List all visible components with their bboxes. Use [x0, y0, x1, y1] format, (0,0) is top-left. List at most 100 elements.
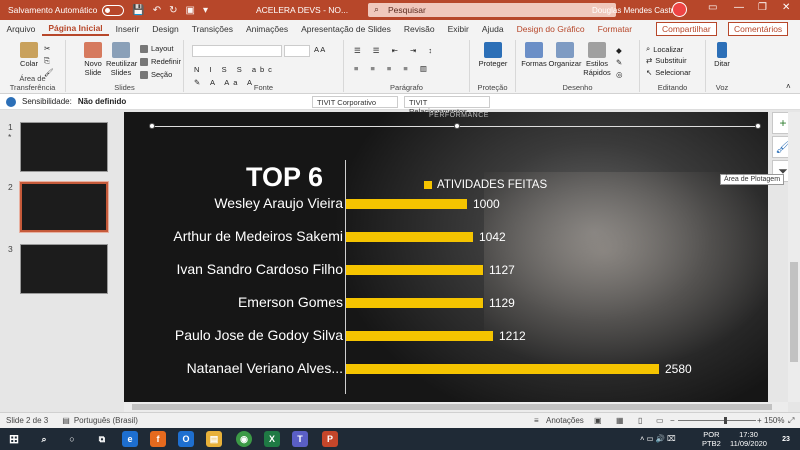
present-icon[interactable]: ▣ [186, 5, 195, 16]
clock[interactable]: 17:30 11/09/2020 [730, 430, 767, 448]
fit-slide-icon[interactable]: ⤢ [788, 416, 794, 426]
slide-thumbnail-2[interactable] [19, 181, 109, 233]
cut-icon[interactable]: ✂ [44, 44, 50, 53]
minimize-icon[interactable]: — [734, 2, 744, 13]
horizontal-scrollbar[interactable] [124, 402, 788, 412]
redo-icon[interactable]: ↻ [169, 5, 177, 16]
edge-icon[interactable]: e [122, 431, 138, 447]
sensitivity-tag-relacionamentos[interactable]: TIVIT Relacionamentos [404, 96, 490, 116]
zoom-level[interactable]: 150% [764, 416, 784, 425]
avatar[interactable] [672, 2, 687, 17]
tab-inserir[interactable]: Inserir [109, 24, 146, 34]
user-name[interactable]: Douglas Mendes Castro [592, 6, 678, 15]
tab-animacoes[interactable]: Animações [240, 24, 295, 34]
powerpoint-icon[interactable]: P [322, 431, 338, 447]
chart-bar[interactable] [346, 265, 483, 275]
sensitivity-tag-corporativo[interactable]: TIVIT Corporativo [312, 96, 398, 108]
resize-handle-left[interactable] [149, 123, 155, 129]
chart-bar[interactable] [346, 331, 493, 341]
tab-design[interactable]: Design [146, 24, 185, 34]
grow-font-icon[interactable]: A A [314, 45, 325, 54]
tab-arquivo[interactable]: Arquivo [0, 24, 42, 34]
arrange-button[interactable]: Organizar [548, 42, 582, 68]
restore-icon[interactable]: ❐ [758, 2, 767, 13]
select-button[interactable]: ↖ Selecionar [646, 68, 691, 77]
outline-icon[interactable]: ✎ [616, 58, 622, 67]
protect-button[interactable]: Proteger [476, 42, 510, 68]
sensitivity-value[interactable]: Não definido [78, 97, 126, 106]
vertical-scroll-thumb[interactable] [790, 262, 798, 362]
layout-button[interactable]: Layout [140, 44, 174, 53]
tab-revisao[interactable]: Revisão [397, 24, 441, 34]
zoom-in-icon[interactable]: + [757, 416, 762, 425]
chrome-icon[interactable]: ◉ [236, 431, 252, 447]
reuse-slides-button[interactable]: Reutilizar Slides [106, 42, 137, 77]
system-tray-icons[interactable]: ˄ ▭ 🔊 ⌧ [640, 434, 676, 443]
firefox-icon[interactable]: f [150, 431, 166, 447]
windows-start-icon[interactable]: ⊞ [6, 431, 22, 447]
search-taskbar-icon[interactable]: ⌕ [36, 431, 52, 447]
copy-icon[interactable]: ⎘ [44, 56, 50, 66]
find-button[interactable]: ⌕ Localizar [646, 44, 683, 54]
section-button[interactable]: Seção [140, 70, 172, 79]
search-box[interactable]: ⌕ Pesquisar [368, 3, 616, 17]
resize-handle-center[interactable] [454, 123, 460, 129]
tab-pagina-inicial[interactable]: Página Inicial [41, 23, 110, 36]
input-language[interactable]: POR PTB2 [702, 430, 721, 448]
chart-bar[interactable] [346, 364, 659, 374]
share-button[interactable]: Compartilhar [656, 22, 717, 36]
list-icons[interactable]: ☰ ☰ ⇤ ⇥ ↕ [354, 46, 437, 55]
font-family-combo[interactable] [192, 45, 282, 57]
notifications-icon[interactable]: 23 [778, 431, 794, 447]
reading-view-icon[interactable]: ▯ [638, 416, 642, 425]
language-status[interactable]: Português (Brasil) [74, 416, 138, 425]
customize-qat-icon[interactable]: ▾ [203, 5, 208, 16]
replace-button[interactable]: ⇄ Substituir [646, 56, 687, 65]
fill-icon[interactable]: ◆ [616, 46, 622, 55]
vertical-scrollbar[interactable] [788, 112, 800, 402]
new-slide-button[interactable]: Novo Slide [82, 42, 104, 77]
reset-button[interactable]: Redefinir [140, 57, 181, 66]
cortana-icon[interactable]: ○ [64, 431, 80, 447]
zoom-slider[interactable] [678, 417, 756, 424]
outlook-icon[interactable]: O [178, 431, 194, 447]
tab-ajuda[interactable]: Ajuda [475, 24, 510, 34]
tab-transicoes[interactable]: Transições [185, 24, 239, 34]
sorter-view-icon[interactable]: ▦ [616, 416, 624, 425]
chart-bar[interactable] [346, 232, 473, 242]
file-explorer-icon[interactable]: ▤ [206, 431, 222, 447]
chart-bar[interactable] [346, 298, 483, 308]
effects-icon[interactable]: ◎ [616, 70, 623, 79]
excel-icon[interactable]: X [264, 431, 280, 447]
align-icons[interactable]: ≡ ≡ ≡ ≡ ▥ [354, 64, 432, 73]
ribbon-display-icon[interactable]: ▭ [708, 2, 717, 13]
close-icon[interactable]: ✕ [782, 2, 790, 13]
notes-button[interactable]: Anotações [546, 416, 584, 425]
comments-button[interactable]: Comentários [728, 22, 789, 36]
collapse-ribbon-icon[interactable]: ˄ [786, 82, 791, 91]
zoom-out-icon[interactable]: − [670, 416, 675, 425]
chart-bar[interactable] [346, 199, 467, 209]
slide-canvas[interactable]: PERFORMANCE TOP 6 ATIVIDADES FEITAS Wesl… [124, 112, 768, 402]
dictate-button[interactable]: Ditar [710, 42, 734, 68]
teams-icon[interactable]: T [292, 431, 308, 447]
slideshow-view-icon[interactable]: ▭ [656, 416, 664, 425]
autosave-toggle[interactable] [102, 4, 125, 16]
resize-handle-right[interactable] [755, 123, 761, 129]
task-view-icon[interactable]: ⧉ [94, 431, 110, 447]
shapes-button[interactable]: Formas [520, 42, 548, 68]
spellcheck-icon[interactable]: ▤ [62, 416, 70, 425]
tab-formatar[interactable]: Formatar [591, 24, 638, 34]
undo-icon[interactable]: ↶ [153, 5, 161, 16]
normal-view-icon[interactable]: ▣ [594, 416, 602, 425]
tab-design-grafico[interactable]: Design do Gráfico [510, 24, 591, 34]
tab-exibir[interactable]: Exibir [441, 24, 475, 34]
quick-styles-button[interactable]: Estilos Rápidos [582, 42, 612, 77]
font-size-combo[interactable] [284, 45, 310, 57]
font-format-icons[interactable]: N I S S abc [194, 65, 276, 74]
save-icon[interactable]: 💾 [132, 5, 144, 16]
paste-button[interactable]: Colar [14, 42, 44, 68]
slide-thumbnail-3[interactable] [20, 244, 108, 294]
horizontal-scroll-thumb[interactable] [132, 404, 772, 410]
tab-apresentacao[interactable]: Apresentação de Slides [295, 24, 398, 34]
